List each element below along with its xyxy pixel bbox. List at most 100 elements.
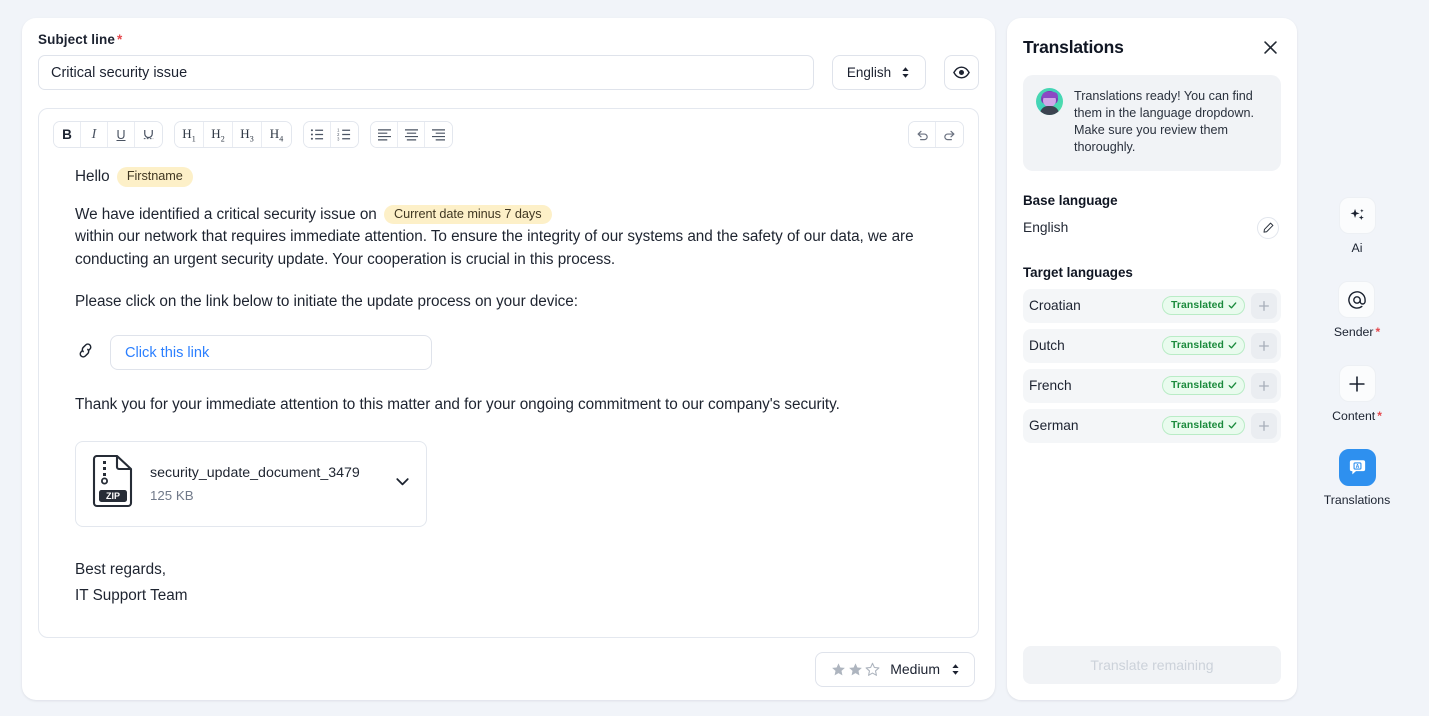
subject-line-label: Subject line* [38, 32, 979, 47]
add-language-button[interactable] [1251, 293, 1277, 319]
table-row[interactable]: French Translated [1023, 369, 1281, 403]
rail-item-ai[interactable]: Ai [1339, 197, 1376, 255]
h4-label: H [270, 126, 279, 141]
heading-1-button[interactable]: H1 [175, 122, 204, 147]
heading-2-button[interactable]: H2 [204, 122, 233, 147]
table-row[interactable]: Croatian Translated [1023, 289, 1281, 323]
align-right-button[interactable] [425, 122, 452, 147]
undo-button[interactable] [909, 122, 936, 147]
translate-remaining-button[interactable]: Translate remaining [1023, 646, 1281, 684]
translate-bubble-icon: A [1339, 449, 1376, 486]
rail-item-sender[interactable]: Sender* [1334, 281, 1380, 339]
right-rail: Ai Sender* Content* [1309, 18, 1405, 716]
undo-icon [915, 128, 930, 142]
link-row: Click this link [75, 335, 944, 370]
add-language-button[interactable] [1251, 373, 1277, 399]
rail-label: Content* [1332, 409, 1382, 423]
table-row[interactable]: German Translated [1023, 409, 1281, 443]
rail-item-content[interactable]: Content* [1332, 365, 1382, 423]
check-icon [1228, 381, 1237, 390]
sparkles-icon [1339, 197, 1376, 234]
add-language-button[interactable] [1251, 413, 1277, 439]
eye-icon [952, 63, 971, 82]
bulleted-list-button[interactable] [304, 122, 331, 147]
avatar [1036, 88, 1063, 115]
rail-label: Sender* [1334, 325, 1380, 339]
alignment-group [370, 121, 453, 148]
status-badge-label: Translated [1171, 380, 1224, 391]
check-icon [1228, 301, 1237, 310]
align-center-button[interactable] [398, 122, 425, 147]
align-center-icon [404, 128, 419, 141]
heading-4-button[interactable]: H4 [262, 122, 291, 147]
base-language-heading: Base language [1023, 193, 1281, 208]
paragraph-1-after: within our network that requires immedia… [75, 228, 914, 268]
personalization-pill-firstname[interactable]: Firstname [117, 167, 193, 187]
panel-title: Translations [1023, 37, 1124, 58]
strikethrough-icon [141, 127, 156, 142]
heading-group: H1 H2 H3 H4 [174, 121, 292, 148]
close-panel-button[interactable] [1259, 36, 1281, 58]
bold-button[interactable]: B [54, 122, 81, 147]
edit-base-language-button[interactable] [1257, 217, 1279, 239]
rail-required-marker: * [1377, 409, 1382, 423]
numbered-list-button[interactable]: 1 2 3 [331, 122, 358, 147]
language-name: Croatian [1028, 298, 1156, 313]
chevron-down-icon[interactable] [393, 472, 412, 496]
priority-value: Medium [890, 661, 940, 677]
subject-input[interactable] [38, 55, 814, 90]
zip-file-icon: ZIP [90, 455, 135, 513]
h3-label: H [240, 126, 249, 141]
status-badge-label: Translated [1171, 300, 1224, 311]
email-editor-card: Subject line* English [22, 18, 995, 700]
status-badge-label: Translated [1171, 340, 1224, 351]
svg-text:A: A [1355, 464, 1359, 470]
plus-icon [1258, 420, 1270, 432]
language-name: French [1028, 378, 1156, 393]
language-dropdown[interactable]: English [832, 55, 926, 90]
translations-panel: Translations Translations ready! You can… [1007, 18, 1297, 700]
rail-required-marker: * [1375, 325, 1380, 339]
attachment-meta: security_update_document_3479 125 KB [150, 465, 378, 503]
heading-3-button[interactable]: H3 [233, 122, 262, 147]
signoff-line-1: Best regards, [75, 557, 944, 583]
paragraph-2: Please click on the link below to initia… [75, 291, 944, 314]
rail-label-text: Ai [1352, 241, 1363, 255]
base-language-row: English [1023, 217, 1281, 239]
greeting-text: Hello [75, 168, 110, 185]
link-button[interactable]: Click this link [110, 335, 432, 370]
status-badge: Translated [1162, 336, 1245, 355]
table-row[interactable]: Dutch Translated [1023, 329, 1281, 363]
star-filled-icon [848, 662, 863, 677]
translations-panel-header: Translations [1023, 36, 1281, 58]
personalization-pill-date[interactable]: Current date minus 7 days [384, 205, 552, 225]
chain-link-icon [75, 340, 96, 366]
email-content-area[interactable]: Hello Firstname We have identified a cri… [39, 154, 978, 637]
signoff-line-2: IT Support Team [75, 583, 944, 609]
preview-button[interactable] [944, 55, 979, 90]
attachment-card[interactable]: ZIP security_update_document_3479 125 KB [75, 441, 427, 527]
h1-sub: 1 [192, 134, 196, 143]
pencil-icon [1263, 222, 1274, 233]
subject-row: English [38, 55, 979, 90]
strikethrough-button[interactable] [135, 122, 162, 147]
svg-text:ZIP: ZIP [106, 491, 120, 501]
bulleted-list-icon [310, 128, 325, 141]
subject-label-text: Subject line [38, 32, 115, 47]
chevron-updown-icon [900, 65, 911, 80]
bold-label: B [62, 127, 72, 142]
star-filled-icon [831, 662, 846, 677]
app-root: Subject line* English [0, 0, 1429, 716]
italic-button[interactable]: I [81, 122, 108, 147]
rail-item-translations[interactable]: A Translations [1324, 449, 1391, 507]
text-style-group: B I U [53, 121, 163, 148]
language-name: Dutch [1028, 338, 1156, 353]
attachment-filename: security_update_document_3479 [150, 465, 378, 481]
underline-button[interactable]: U [108, 122, 135, 147]
align-left-button[interactable] [371, 122, 398, 147]
redo-button[interactable] [936, 122, 963, 147]
priority-selector[interactable]: Medium [815, 652, 975, 687]
list-group: 1 2 3 [303, 121, 359, 148]
add-language-button[interactable] [1251, 333, 1277, 359]
italic-label: I [92, 127, 97, 143]
